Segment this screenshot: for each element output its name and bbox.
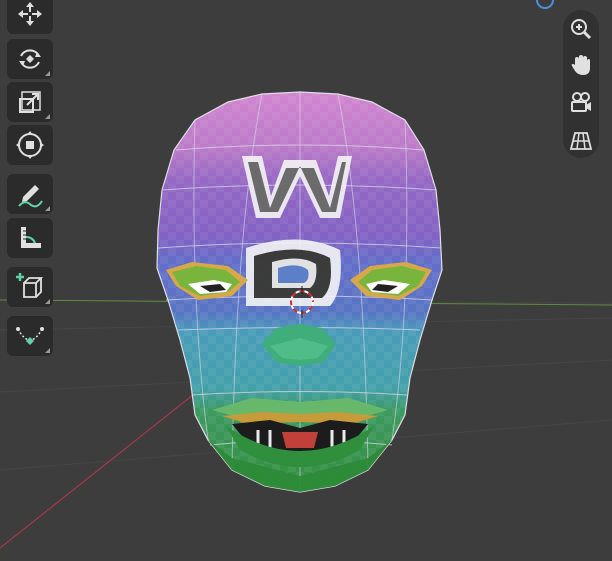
scene-canvas (0, 91, 612, 549)
annotate-icon (18, 185, 43, 208)
move-icon (18, 2, 42, 26)
transform-tool-button[interactable] (7, 125, 53, 165)
spin-tool-button[interactable] (7, 316, 53, 356)
spin-icon (16, 327, 44, 345)
tool-options-indicator (45, 114, 50, 119)
pan-button[interactable] (565, 50, 597, 80)
scale-icon (19, 91, 41, 113)
annotate-tool-button[interactable] (7, 174, 53, 214)
tool-options-indicator (45, 206, 50, 211)
tool-options-indicator (45, 299, 50, 304)
rotate-tool-button[interactable] (7, 39, 53, 79)
zoom-icon (571, 19, 592, 40)
add-cube-icon (16, 273, 44, 298)
measure-tool-button[interactable] (7, 218, 53, 258)
zoom-button[interactable] (565, 14, 597, 44)
grid-icon (569, 132, 593, 150)
tool-options-indicator (45, 348, 50, 353)
camera-view-button[interactable] (565, 87, 597, 117)
move-tool-button[interactable] (7, 0, 53, 34)
scale-tool-button[interactable] (7, 82, 53, 122)
rotate-icon (19, 49, 41, 69)
3d-viewport[interactable] (0, 0, 612, 561)
perspective-toggle-button[interactable] (565, 126, 597, 156)
hand-icon (571, 55, 590, 75)
tool-options-indicator (45, 71, 50, 76)
measure-icon (21, 227, 41, 248)
add-cube-tool-button[interactable] (7, 267, 53, 307)
transform-icon (16, 131, 44, 159)
camera-icon (571, 92, 591, 112)
